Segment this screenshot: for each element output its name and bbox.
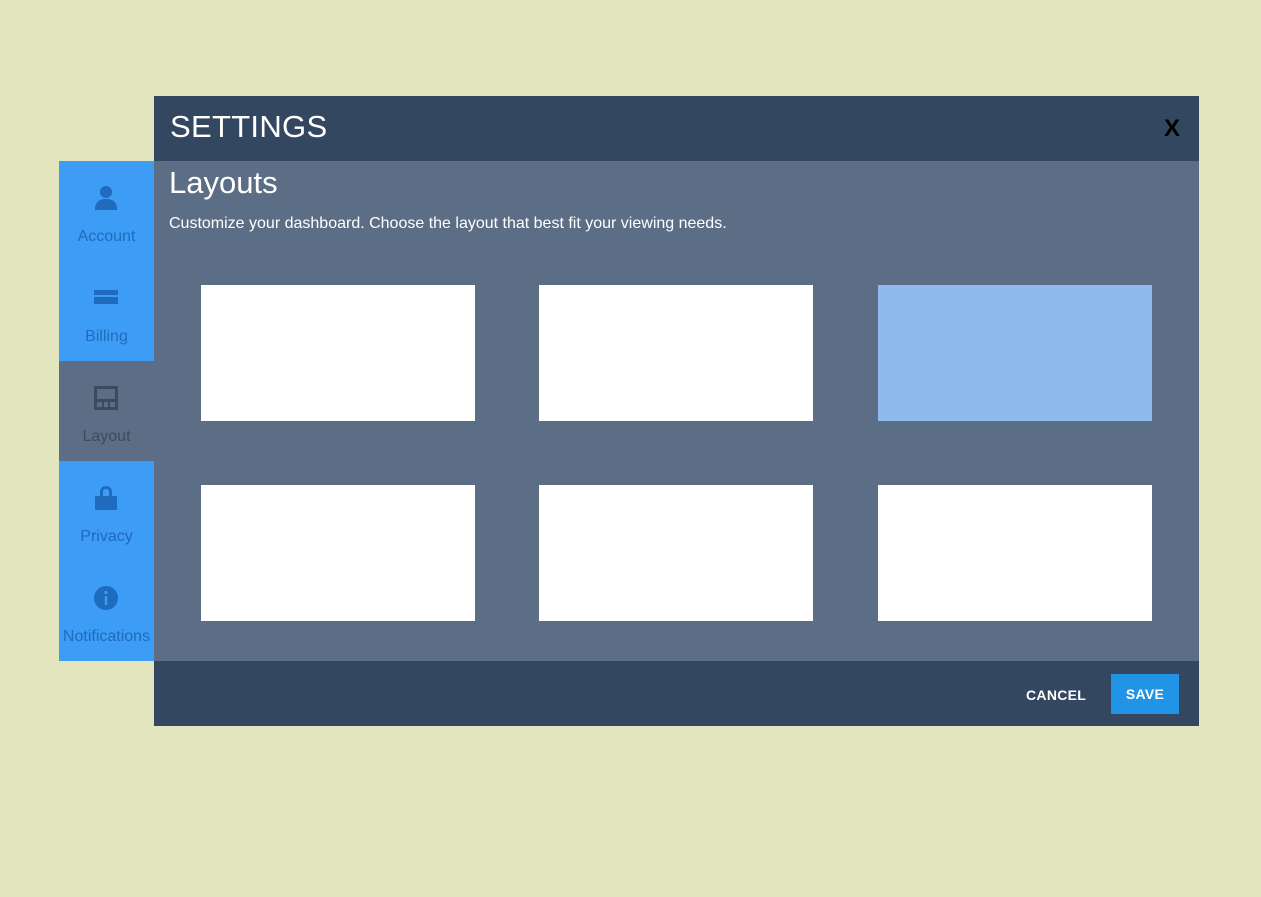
credit-card-icon <box>94 285 118 311</box>
sidebar-item-privacy[interactable]: Privacy <box>59 461 154 561</box>
layout-option-4[interactable] <box>201 485 475 621</box>
sidebar-item-label: Billing <box>85 328 128 345</box>
modal-footer: CANCEL SAVE <box>154 661 1199 726</box>
modal-header: SETTINGS X <box>154 96 1199 161</box>
sidebar-item-account[interactable]: Account <box>59 161 154 261</box>
close-button[interactable]: X <box>1164 116 1180 142</box>
layout-option-1[interactable] <box>201 285 475 421</box>
sidebar-item-label: Notifications <box>62 628 151 645</box>
cancel-button[interactable]: CANCEL <box>1026 687 1086 703</box>
modal-title: SETTINGS <box>170 109 328 144</box>
save-button[interactable]: SAVE <box>1111 674 1179 714</box>
section-title: Layouts <box>169 165 278 200</box>
sidebar-item-notifications[interactable]: Notifications <box>59 561 154 661</box>
user-icon <box>94 185 118 211</box>
sidebar-item-layout[interactable]: Layout <box>59 361 154 461</box>
settings-modal: SETTINGS X Layouts Customize your dashbo… <box>154 96 1199 726</box>
layout-option-5[interactable] <box>539 485 813 621</box>
layout-icon <box>94 385 118 411</box>
info-icon <box>94 585 118 611</box>
settings-sidebar: Account Billing Layout Privacy Notificat… <box>59 161 154 661</box>
lock-icon <box>94 485 118 511</box>
sidebar-item-label: Layout <box>82 428 131 445</box>
layout-option-6[interactable] <box>878 485 1152 621</box>
sidebar-item-label: Account <box>77 228 136 245</box>
section-description: Customize your dashboard. Choose the lay… <box>169 215 727 232</box>
layout-option-2[interactable] <box>539 285 813 421</box>
sidebar-item-billing[interactable]: Billing <box>59 261 154 361</box>
layout-option-3[interactable] <box>878 285 1152 421</box>
sidebar-item-label: Privacy <box>80 528 133 545</box>
